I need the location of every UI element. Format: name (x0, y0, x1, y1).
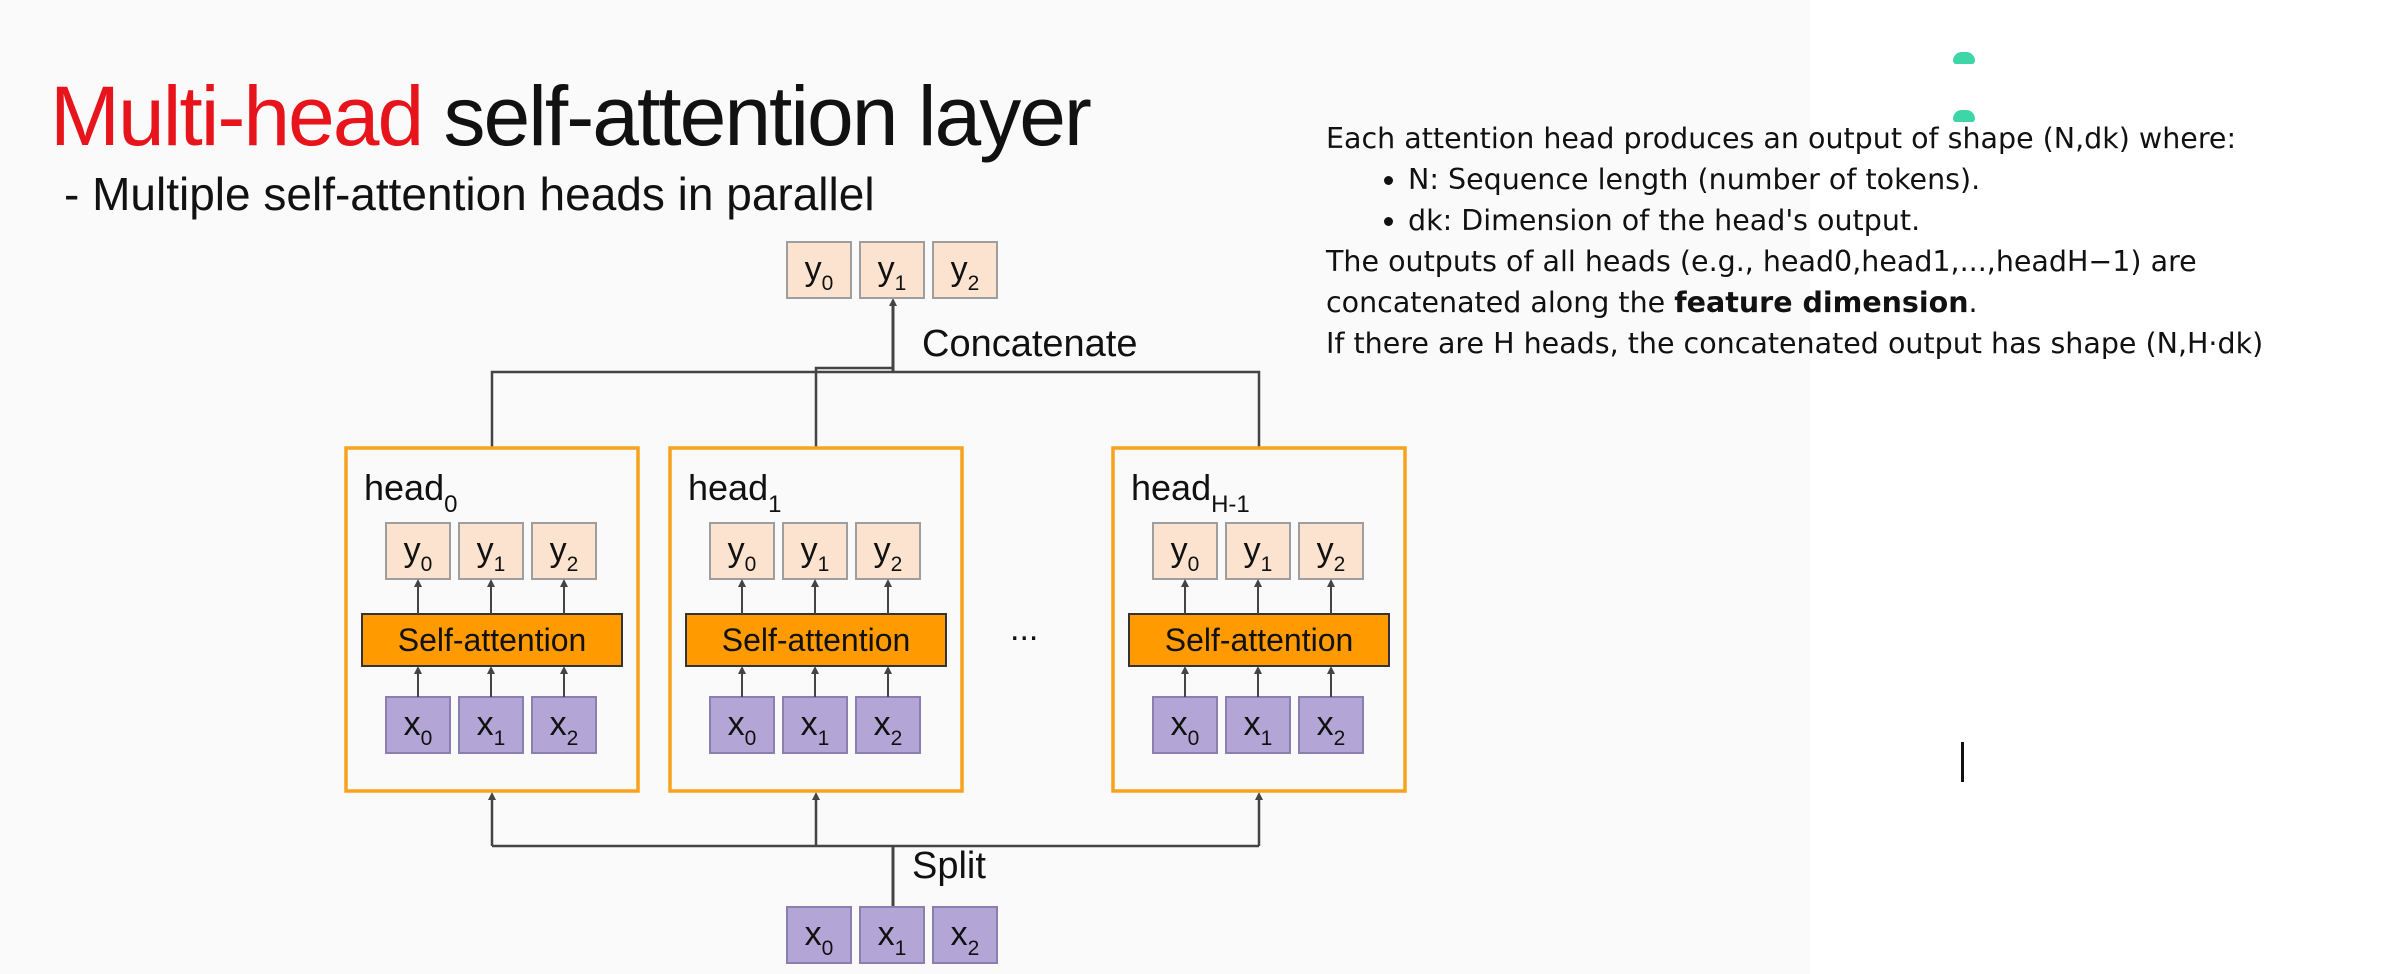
head-output-token-label-base: y (1244, 531, 1261, 569)
head-output-token-label-base: y (477, 531, 494, 569)
notes-line3-post: . (1968, 286, 1978, 319)
head-input-token-label-base: x (1171, 705, 1188, 743)
head-input-token-label-sub: 1 (818, 727, 830, 750)
head-output-token-label-sub: 1 (818, 553, 830, 576)
head-output-token-label-sub: 2 (567, 553, 579, 576)
output-token-label-sub: 0 (822, 272, 834, 295)
head-input-token-label-base: x (801, 705, 818, 743)
head-output-token-label-sub: 1 (1261, 553, 1273, 576)
head-input-token-label-sub: 2 (891, 727, 903, 750)
self-attention-label: Self-attention (722, 622, 911, 658)
head-input-token-label-sub: 2 (1334, 727, 1346, 750)
head-title-name: head (364, 467, 444, 508)
head-input-token-label-base: x (728, 705, 745, 743)
concatenate-label: Concatenate (922, 323, 1138, 365)
output-token-label-base: y (805, 250, 822, 288)
input-token-label-sub: 0 (822, 937, 834, 960)
input-token-label-base: x (878, 915, 895, 953)
head-title-sub: 0 (444, 491, 457, 518)
head-output-token-label-sub: 0 (421, 553, 433, 576)
head-title-sub: H-1 (1211, 491, 1250, 518)
head-box: head1y0 y1 y2Self-attentionx0 x1 x2 (668, 446, 964, 793)
self-attention-label: Self-attention (398, 622, 587, 658)
head-output-token-label-sub: 0 (745, 553, 757, 576)
head-input-token-label-sub: 1 (494, 727, 506, 750)
input-token-label-sub: 2 (968, 937, 980, 960)
input-token-label-base: x (805, 915, 822, 953)
head-input-token-label-sub: 0 (745, 727, 757, 750)
notes-line2: The outputs of all heads (e.g., head0,he… (1326, 245, 2197, 278)
notes-line3-pre: concatenated along the (1326, 286, 1675, 319)
head-output-token-label-sub: 2 (891, 553, 903, 576)
head-input-token-label-sub: 0 (1188, 727, 1200, 750)
concatenated-outputs: y0 y1 y2 (786, 241, 998, 299)
notes-line4: If there are H heads, the concatenated o… (1326, 327, 2264, 360)
head-input-token-label-base: x (550, 705, 567, 743)
output-token-label-base: y (951, 250, 968, 288)
head-output-token-label-base: y (801, 531, 818, 569)
head-input-token-label-sub: 1 (1261, 727, 1273, 750)
collaborator-cursor-icon (1953, 110, 1975, 122)
head-title-name: head (688, 467, 768, 508)
head-output-token-label-sub: 2 (1334, 553, 1346, 576)
notes-bullet-sequence-length: N: Sequence length (number of tokens). (1408, 159, 2356, 200)
head-input-token-label-base: x (404, 705, 421, 743)
collaborator-cursor-icon (1953, 52, 1975, 64)
head-input-token-label-base: x (1317, 705, 1334, 743)
concat-bus (490, 370, 1261, 448)
head-group: head0y0 y1 y2Self-attentionx0 x1 x2head1y0 y1… (344, 446, 1407, 793)
notes-line1: Each attention head produces an output o… (1326, 122, 2237, 155)
output-token-label-sub: 2 (968, 272, 980, 295)
head-title-sub: 1 (768, 491, 781, 518)
head-output-token-label-base: y (728, 531, 745, 569)
head-output-token-label-base: y (874, 531, 891, 569)
head-input-token-label-base: x (477, 705, 494, 743)
text-caret (1961, 742, 1964, 782)
head-input-token-label-base: x (1244, 705, 1261, 743)
input-token-label-sub: 1 (895, 937, 907, 960)
notes-panel: Each attention head produces an output o… (1326, 118, 2356, 364)
head-title-name: head (1131, 467, 1211, 508)
split-inputs: x0 x1 x2 (786, 906, 998, 964)
split-label: Split (912, 845, 986, 887)
input-token-label-base: x (951, 915, 968, 953)
notes-bullet-list: N: Sequence length (number of tokens). d… (1326, 159, 2356, 241)
head-output-token-label-base: y (404, 531, 421, 569)
head-box: headH-1y0 y1 y2Self-attentionx0 x1 x2 (1111, 446, 1407, 793)
head-output-token-label-base: y (1317, 531, 1334, 569)
self-attention-label: Self-attention (1165, 622, 1354, 658)
head-output-token-label-sub: 1 (494, 553, 506, 576)
head-input-token-label-base: x (874, 705, 891, 743)
head-output-token-label-base: y (550, 531, 567, 569)
head-box: head0y0 y1 y2Self-attentionx0 x1 x2 (344, 446, 640, 793)
head-input-token-label-sub: 2 (567, 727, 579, 750)
head-output-token-label-sub: 0 (1188, 553, 1200, 576)
output-token-label-base: y (878, 250, 895, 288)
output-token-label-sub: 1 (895, 272, 907, 295)
notes-bullet-head-dimension: dk: Dimension of the head's output. (1408, 200, 2356, 241)
ellipsis-label: ... (1010, 610, 1038, 648)
head-output-token-label-base: y (1171, 531, 1188, 569)
head-input-token-label-sub: 0 (421, 727, 433, 750)
notes-feature-dimension: feature dimension (1674, 286, 1969, 319)
notes-line3: concatenated along the feature dimension… (1326, 282, 2356, 323)
